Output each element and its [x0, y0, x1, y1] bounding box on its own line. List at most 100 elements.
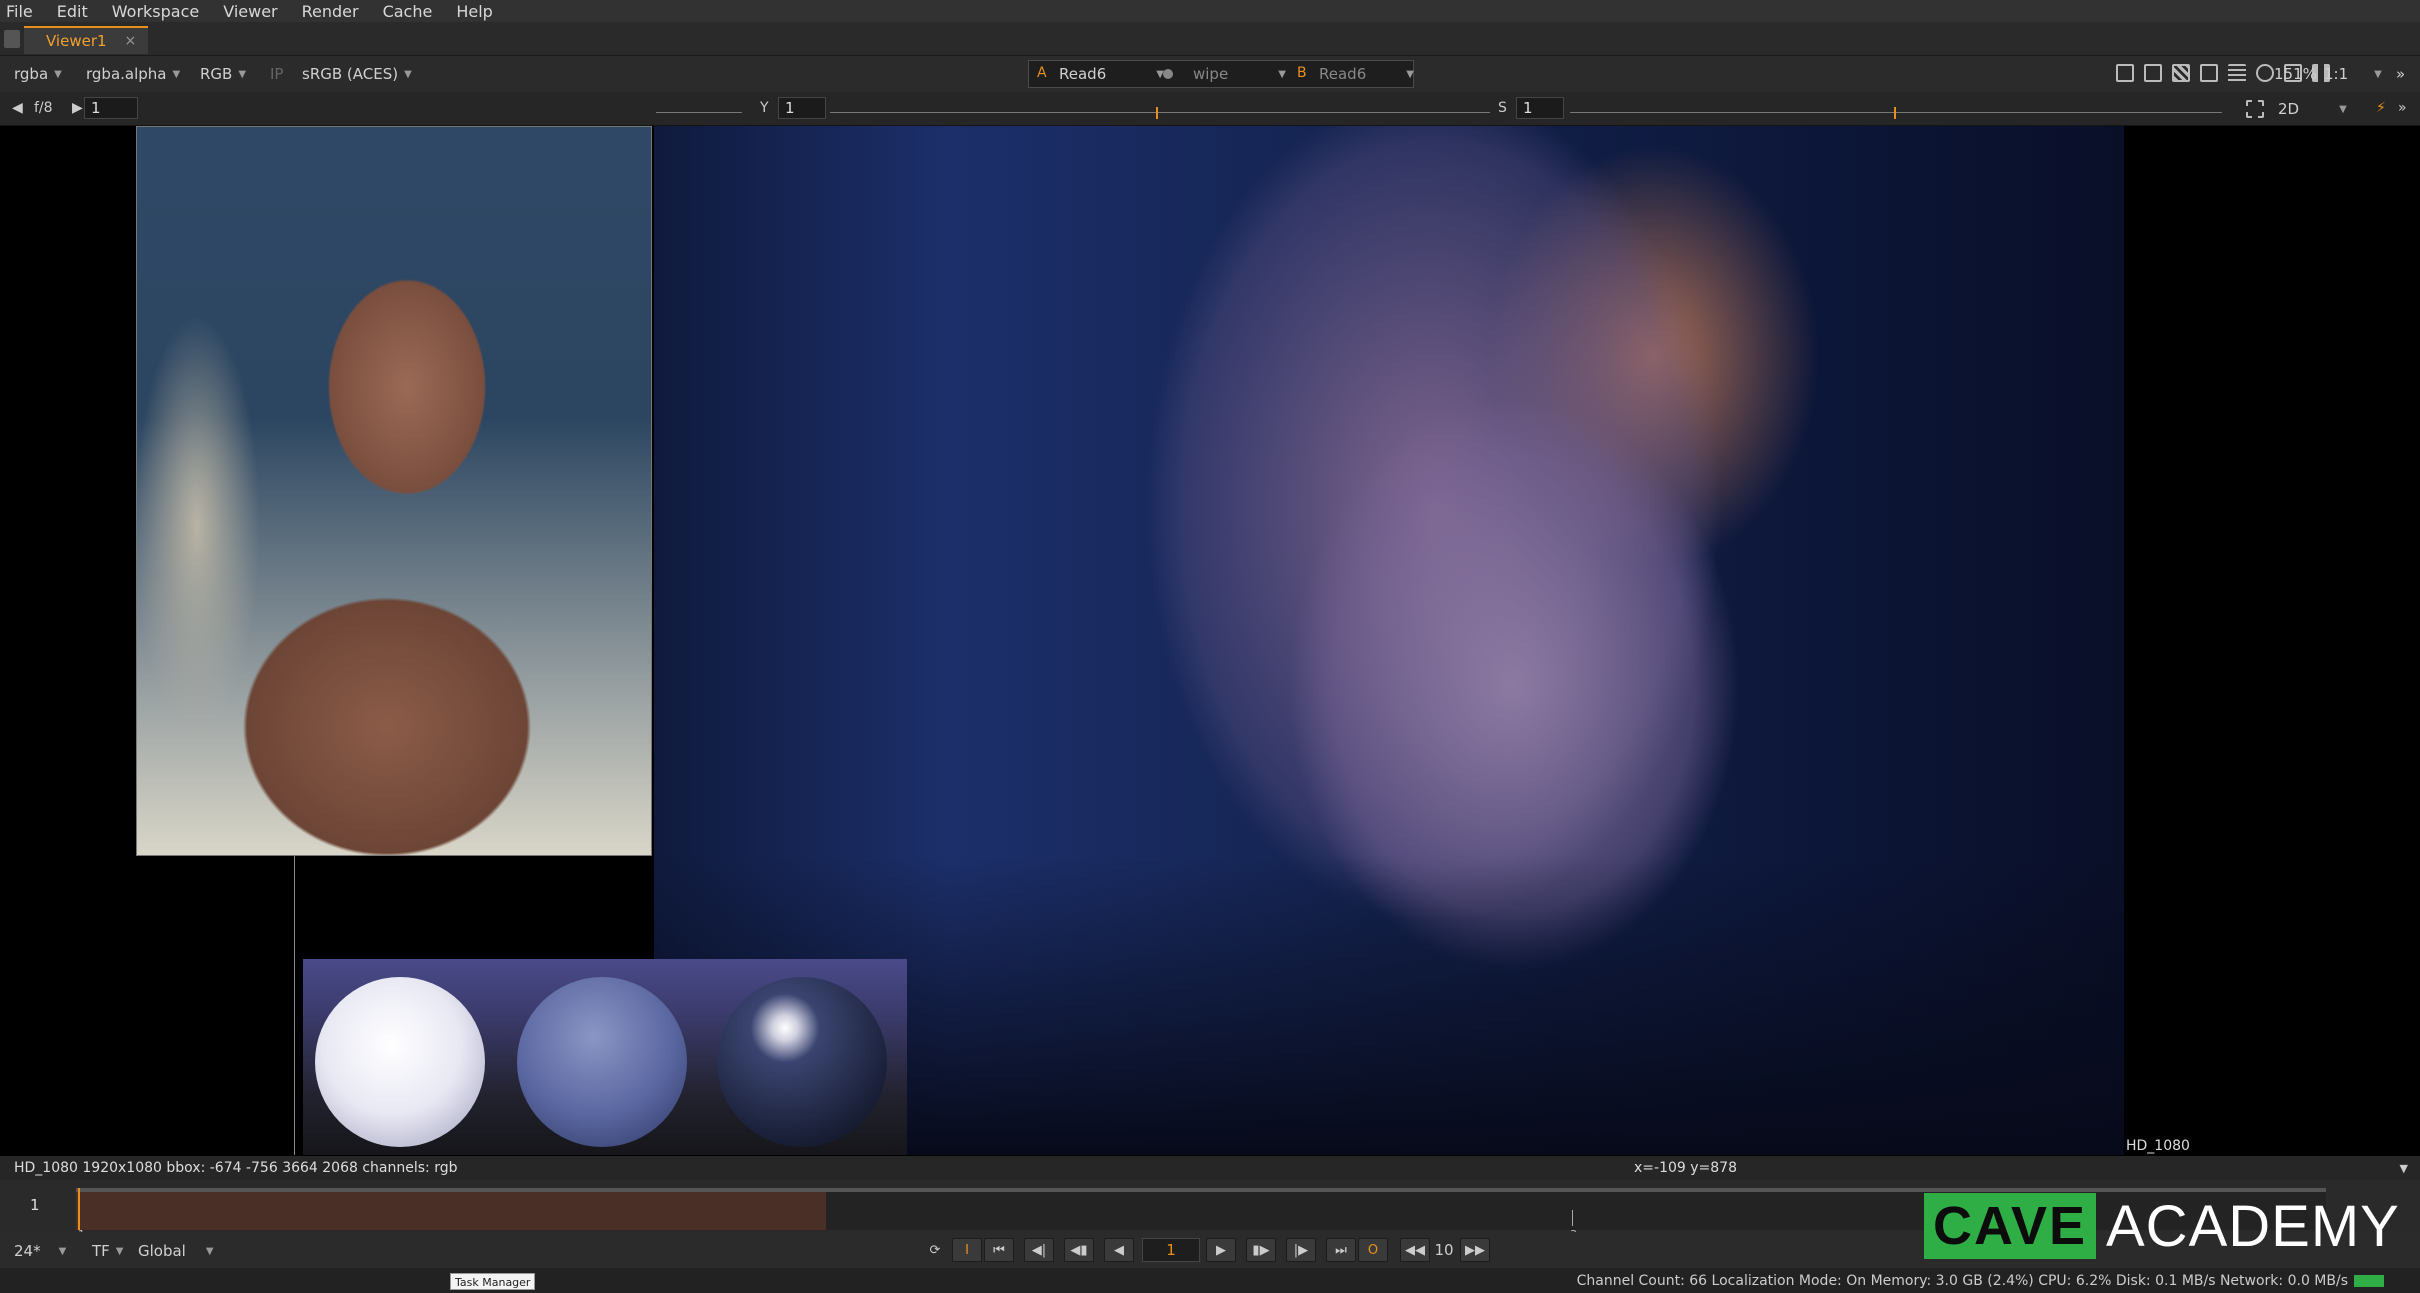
first-frame-button[interactable]: ⏮: [984, 1238, 1014, 1262]
last-frame-button[interactable]: ⏭: [1326, 1238, 1356, 1262]
view-mode-dropdown[interactable]: 2D ▼: [2278, 98, 2347, 120]
input-a-value: Read6: [1059, 65, 1107, 83]
input-a-dropdown[interactable]: Read6 ▼: [1059, 63, 1164, 85]
colorspace-value: sRGB (ACES): [302, 65, 399, 83]
decrement-fstop-icon[interactable]: ◀: [12, 100, 23, 116]
gain-gamma-row: ◀ f/8 ▶ 1 Y 1 S 1 2D ▼ ⚡ »: [0, 92, 2420, 126]
collapse-icon[interactable]: »: [2396, 63, 2405, 85]
input-b-value: Read6: [1319, 65, 1367, 83]
increment-fstop-icon[interactable]: ▶: [72, 100, 83, 116]
region-select-icon[interactable]: [2246, 100, 2264, 118]
chevron-down-icon: ▼: [404, 68, 412, 80]
grey-sphere: [517, 977, 687, 1147]
fstop-label: f/8: [34, 100, 53, 116]
current-frame-field[interactable]: 1: [1142, 1238, 1200, 1262]
menu-viewer[interactable]: Viewer: [223, 2, 277, 21]
scope-dropdown[interactable]: Global ▼: [138, 1240, 214, 1262]
reference-spheres-image: [303, 959, 907, 1155]
timeline-cached-range: [76, 1192, 826, 1230]
ratio-dropdown[interactable]: 1:1 ▼: [2324, 63, 2382, 85]
alpha-dropdown[interactable]: rgba.alpha ▼: [86, 63, 180, 85]
chevron-down-icon: ▼: [1406, 68, 1414, 80]
fps-dropdown[interactable]: 24* ▼: [14, 1240, 66, 1262]
channels-dropdown[interactable]: rgba ▼: [14, 63, 62, 85]
format-info: HD_1080 1920x1080 bbox: -674 -756 3664 2…: [14, 1160, 458, 1176]
gamma-label: Y: [760, 100, 769, 116]
checkerboard-icon[interactable]: [2172, 64, 2190, 82]
play-forward-button[interactable]: ▶: [1206, 1238, 1236, 1262]
logo-mark: CAVE: [1924, 1193, 2096, 1259]
input-a-label: A: [1037, 65, 1047, 81]
gamma-slider-handle[interactable]: [1156, 107, 1158, 119]
menu-render[interactable]: Render: [302, 2, 359, 21]
menu-help[interactable]: Help: [456, 2, 492, 21]
wipe-value: wipe: [1193, 65, 1229, 83]
memory-indicator: [2354, 1275, 2384, 1287]
viewer-controls: rgba ▼ rgba.alpha ▼ RGB ▼ IP sRGB (ACES) ▼ A…: [0, 56, 2420, 92]
display-channel-dropdown[interactable]: RGB ▼: [200, 63, 246, 85]
timeline-current-frame: 1: [30, 1196, 40, 1214]
menu-workspace[interactable]: Workspace: [112, 2, 199, 21]
lock-icon[interactable]: ⚡: [2376, 100, 2386, 116]
ip-button[interactable]: IP: [270, 63, 283, 85]
wipe-dropdown[interactable]: wipe ▼: [1193, 63, 1286, 85]
menu-cache[interactable]: Cache: [383, 2, 433, 21]
saturation-slider[interactable]: [1570, 103, 2222, 119]
gain-slider[interactable]: [656, 103, 742, 113]
saturation-field[interactable]: 1: [1516, 97, 1564, 119]
menu-file[interactable]: File: [6, 2, 33, 21]
menu-bar: File Edit Workspace Viewer Render Cache …: [0, 0, 2420, 22]
zoom-dropdown[interactable]: 151%: [2274, 63, 2317, 85]
chevron-down-icon: ▼: [1278, 68, 1286, 80]
collapse-icon[interactable]: »: [2398, 100, 2407, 116]
alpha-value: rgba.alpha: [86, 65, 167, 83]
wipe-dot-icon[interactable]: [1163, 69, 1173, 79]
loop-icon[interactable]: ⟳: [920, 1238, 950, 1262]
increment-field[interactable]: 10: [1432, 1238, 1456, 1262]
chevron-down-icon: ▼: [54, 68, 62, 80]
close-icon[interactable]: ×: [125, 33, 137, 49]
fps-value: 24*: [14, 1242, 41, 1260]
tab-viewer1[interactable]: Viewer1 ×: [24, 26, 148, 54]
cursor-coordinates: x=-109 y=878: [1634, 1160, 1737, 1176]
in-point-button[interactable]: I: [952, 1238, 982, 1262]
out-point-button[interactable]: O: [1358, 1238, 1388, 1262]
prev-keyframe-button[interactable]: ◀|: [1024, 1238, 1054, 1262]
colorspace-dropdown[interactable]: sRGB (ACES) ▼: [302, 63, 412, 85]
task-manager-tooltip[interactable]: Task Manager: [450, 1273, 536, 1290]
info-bar: HD_1080 1920x1080 bbox: -674 -756 3664 2…: [0, 1156, 2420, 1180]
input-b-dropdown[interactable]: Read6 ▼: [1319, 63, 1414, 85]
roi-icon[interactable]: [2116, 64, 2134, 82]
menu-edit[interactable]: Edit: [57, 2, 88, 21]
next-frame-button[interactable]: ▮▶: [1246, 1238, 1276, 1262]
skip-back-button[interactable]: ◀◀: [1400, 1238, 1430, 1262]
chevron-down-icon: ▼: [172, 68, 181, 80]
chevron-down-icon[interactable]: ▼: [2400, 1162, 2408, 1175]
overlay-icon[interactable]: [2200, 64, 2218, 82]
refresh-icon[interactable]: [2256, 64, 2274, 82]
zoom-value: 151%: [2274, 65, 2317, 83]
chevron-down-icon: ▼: [115, 1245, 124, 1257]
playhead[interactable]: [78, 1188, 80, 1230]
pane-handle-icon[interactable]: [4, 30, 20, 48]
viewer-canvas[interactable]: HD_1080: [0, 126, 2420, 1156]
status-bar: Task Manager Channel Count: 66 Localizat…: [0, 1268, 2420, 1293]
guides-icon[interactable]: [2228, 64, 2246, 82]
gamma-field[interactable]: 1: [778, 97, 826, 119]
play-backward-button[interactable]: ◀: [1104, 1238, 1134, 1262]
view-mode-value: 2D: [2278, 100, 2300, 118]
sculpture-bust-image: [136, 126, 652, 856]
saturation-slider-handle[interactable]: [1894, 107, 1896, 119]
gamma-slider[interactable]: [830, 103, 1490, 119]
safe-area-icon[interactable]: [2144, 64, 2162, 82]
tf-dropdown[interactable]: TF ▼: [92, 1240, 124, 1262]
gain-field[interactable]: 1: [84, 97, 138, 119]
next-keyframe-button[interactable]: |▶: [1286, 1238, 1316, 1262]
saturation-label: S: [1498, 100, 1507, 116]
prev-frame-button[interactable]: ◀▮: [1064, 1238, 1094, 1262]
skip-forward-button[interactable]: ▶▶: [1460, 1238, 1490, 1262]
chevron-down-icon: ▼: [2374, 68, 2382, 80]
ab-compare-group: A Read6 ▼ wipe ▼ B Read6 ▼: [1028, 60, 1414, 88]
format-label: HD_1080: [2126, 1138, 2190, 1154]
timeline-tick: [1572, 1210, 1573, 1226]
